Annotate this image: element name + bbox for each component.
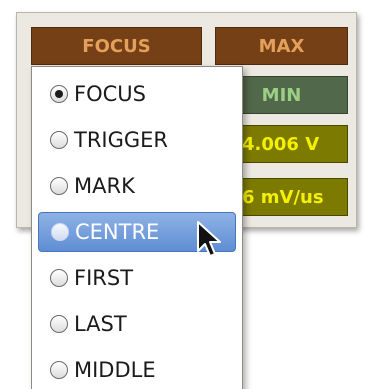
menu-item-middle[interactable]: MIDDLE (38, 350, 236, 389)
menu-item-label: MIDDLE (74, 358, 156, 382)
menu-item-mark[interactable]: MARK (38, 166, 236, 206)
menu-item-first[interactable]: FIRST (38, 258, 236, 298)
menu-item-label: LAST (74, 312, 127, 336)
radio-unchecked-icon (50, 361, 68, 379)
mouse-pointer-icon (197, 221, 221, 257)
radio-unchecked-icon (51, 223, 69, 241)
focus-button[interactable]: FOCUS (31, 27, 202, 65)
menu-item-label: FOCUS (74, 82, 146, 106)
radio-unchecked-icon (50, 269, 68, 287)
radio-unchecked-icon (50, 177, 68, 195)
menu-item-last[interactable]: LAST (38, 304, 236, 344)
max-button[interactable]: MAX (215, 27, 348, 65)
menu-item-label: FIRST (74, 266, 134, 290)
menu-item-label: CENTRE (75, 220, 160, 244)
menu-item-label: MARK (74, 174, 135, 198)
radio-unchecked-icon (50, 131, 68, 149)
menu-item-trigger[interactable]: TRIGGER (38, 120, 236, 160)
radio-checked-icon (50, 85, 68, 103)
radio-unchecked-icon (50, 315, 68, 333)
menu-item-label: TRIGGER (74, 128, 169, 152)
menu-item-focus[interactable]: FOCUS (38, 74, 236, 114)
